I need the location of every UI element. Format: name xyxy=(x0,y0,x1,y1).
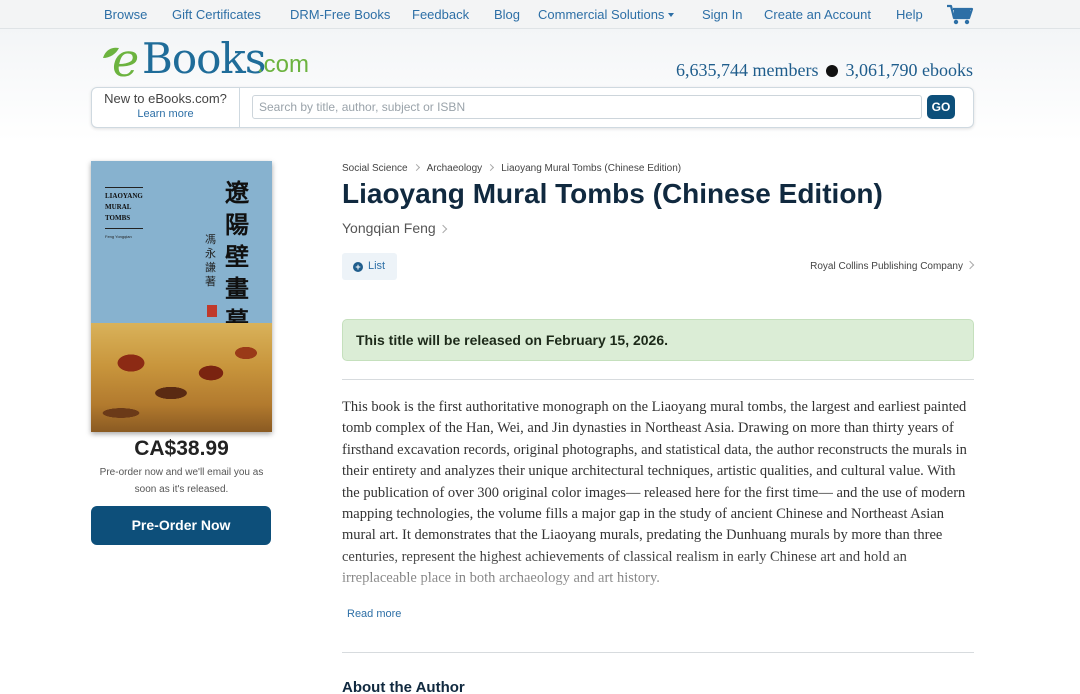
add-to-list-button[interactable]: + List xyxy=(342,253,397,280)
preorder-note-line-1: Pre-order now and we'll email you as xyxy=(99,467,264,478)
new-visitor-question: New to eBooks.com? xyxy=(104,91,227,106)
cover-title: LIAOYANG MURAL TOMBS xyxy=(105,191,143,224)
search-bar: New to eBooks.com? Learn more GO xyxy=(91,87,974,128)
about-author-heading: About the Author xyxy=(342,679,465,694)
book-price: CA$38.99 xyxy=(134,437,229,460)
ebooks-count: 3,061,790 ebooks xyxy=(845,60,974,80)
top-nav: Browse Gift Certificates DRM-Free Books … xyxy=(0,0,1080,29)
chevron-right-icon xyxy=(412,163,420,172)
breadcrumb-current[interactable]: Liaoyang Mural Tombs (Chinese Edition) xyxy=(501,163,681,174)
nav-gift-certificates[interactable]: Gift Certificates xyxy=(172,7,261,22)
new-visitor-box: New to eBooks.com? Learn more xyxy=(92,88,240,127)
book-title: Liaoyang Mural Tombs (Chinese Edition) xyxy=(342,178,883,209)
nav-blog[interactable]: Blog xyxy=(494,7,520,22)
breadcrumb: Social Science Archaeology Liaoyang Mural … xyxy=(342,163,681,174)
members-count: 6,635,744 members xyxy=(676,60,819,80)
divider xyxy=(342,652,974,653)
book-author: Yongqian Feng xyxy=(342,220,436,236)
breadcrumb-archaeology[interactable]: Archaeology xyxy=(427,163,483,174)
cover-cjk-note: 著 xyxy=(205,275,216,288)
cover-rule-bottom xyxy=(105,228,143,229)
breadcrumb-social-science[interactable]: Social Science xyxy=(342,163,408,174)
site-header: e Books .com 6,635,744 members 3,061,790… xyxy=(0,29,1080,141)
publisher-name: Royal Collins Publishing Company xyxy=(810,261,963,272)
cover-cjk-title: 遼陽壁畫墓 xyxy=(225,178,249,335)
cover-rule-top xyxy=(105,187,143,188)
cover-mural-image xyxy=(91,323,272,432)
logo-e: e xyxy=(112,33,140,87)
cover-author: Feng Yongqian xyxy=(105,234,132,239)
cover-cjk-author-name: 馮永謙 xyxy=(205,233,216,274)
chevron-right-icon xyxy=(438,224,447,234)
nav-create-account[interactable]: Create an Account xyxy=(764,7,871,22)
nav-sign-in[interactable]: Sign In xyxy=(702,7,742,22)
cover-cjk-author: 馮永謙著 xyxy=(205,233,217,289)
plus-circle-icon: + xyxy=(353,262,363,272)
publisher-link[interactable]: Royal Collins Publishing Company xyxy=(810,260,975,272)
logo-books: Books xyxy=(142,34,266,83)
nav-drm-free-books[interactable]: DRM-Free Books xyxy=(290,7,390,22)
divider xyxy=(342,379,974,380)
cover-seal xyxy=(207,305,217,317)
chevron-right-icon xyxy=(965,260,975,270)
separator-dot-icon xyxy=(826,65,838,77)
release-notice: This title will be released on February … xyxy=(342,319,974,361)
book-cover[interactable]: LIAOYANG MURAL TOMBS Feng Yongqian 遼陽壁畫墓… xyxy=(91,161,272,432)
caret-down-icon xyxy=(668,13,675,17)
book-author-link[interactable]: Yongqian Feng xyxy=(342,220,447,236)
nav-feedback[interactable]: Feedback xyxy=(412,7,469,22)
search-input[interactable] xyxy=(252,95,922,119)
logo-com: .com xyxy=(257,51,310,78)
search-go-button[interactable]: GO xyxy=(927,95,955,119)
nav-browse[interactable]: Browse xyxy=(104,7,147,22)
nav-commercial-solutions[interactable]: Commercial Solutions xyxy=(538,7,675,22)
preorder-button[interactable]: Pre-Order Now xyxy=(91,506,271,545)
preorder-note-line-2: soon as it's released. xyxy=(134,484,229,495)
cover-title-line-3: TOMBS xyxy=(105,214,131,222)
site-stats: 6,635,744 members 3,061,790 ebooks xyxy=(676,60,973,81)
cover-title-line-1: LIAOYANG xyxy=(105,192,143,200)
cover-title-line-2: MURAL xyxy=(105,203,132,211)
description-fade xyxy=(342,552,974,610)
chevron-right-icon xyxy=(487,163,495,172)
cart-icon[interactable] xyxy=(946,4,974,26)
nav-help[interactable]: Help xyxy=(896,7,923,22)
nav-commercial-solutions-label: Commercial Solutions xyxy=(538,7,665,22)
learn-more-link[interactable]: Learn more xyxy=(92,108,239,120)
add-to-list-label: List xyxy=(368,260,386,272)
preorder-note: Pre-order now and we'll email you as soo… xyxy=(86,464,277,498)
read-more-link[interactable]: Read more xyxy=(347,608,401,620)
